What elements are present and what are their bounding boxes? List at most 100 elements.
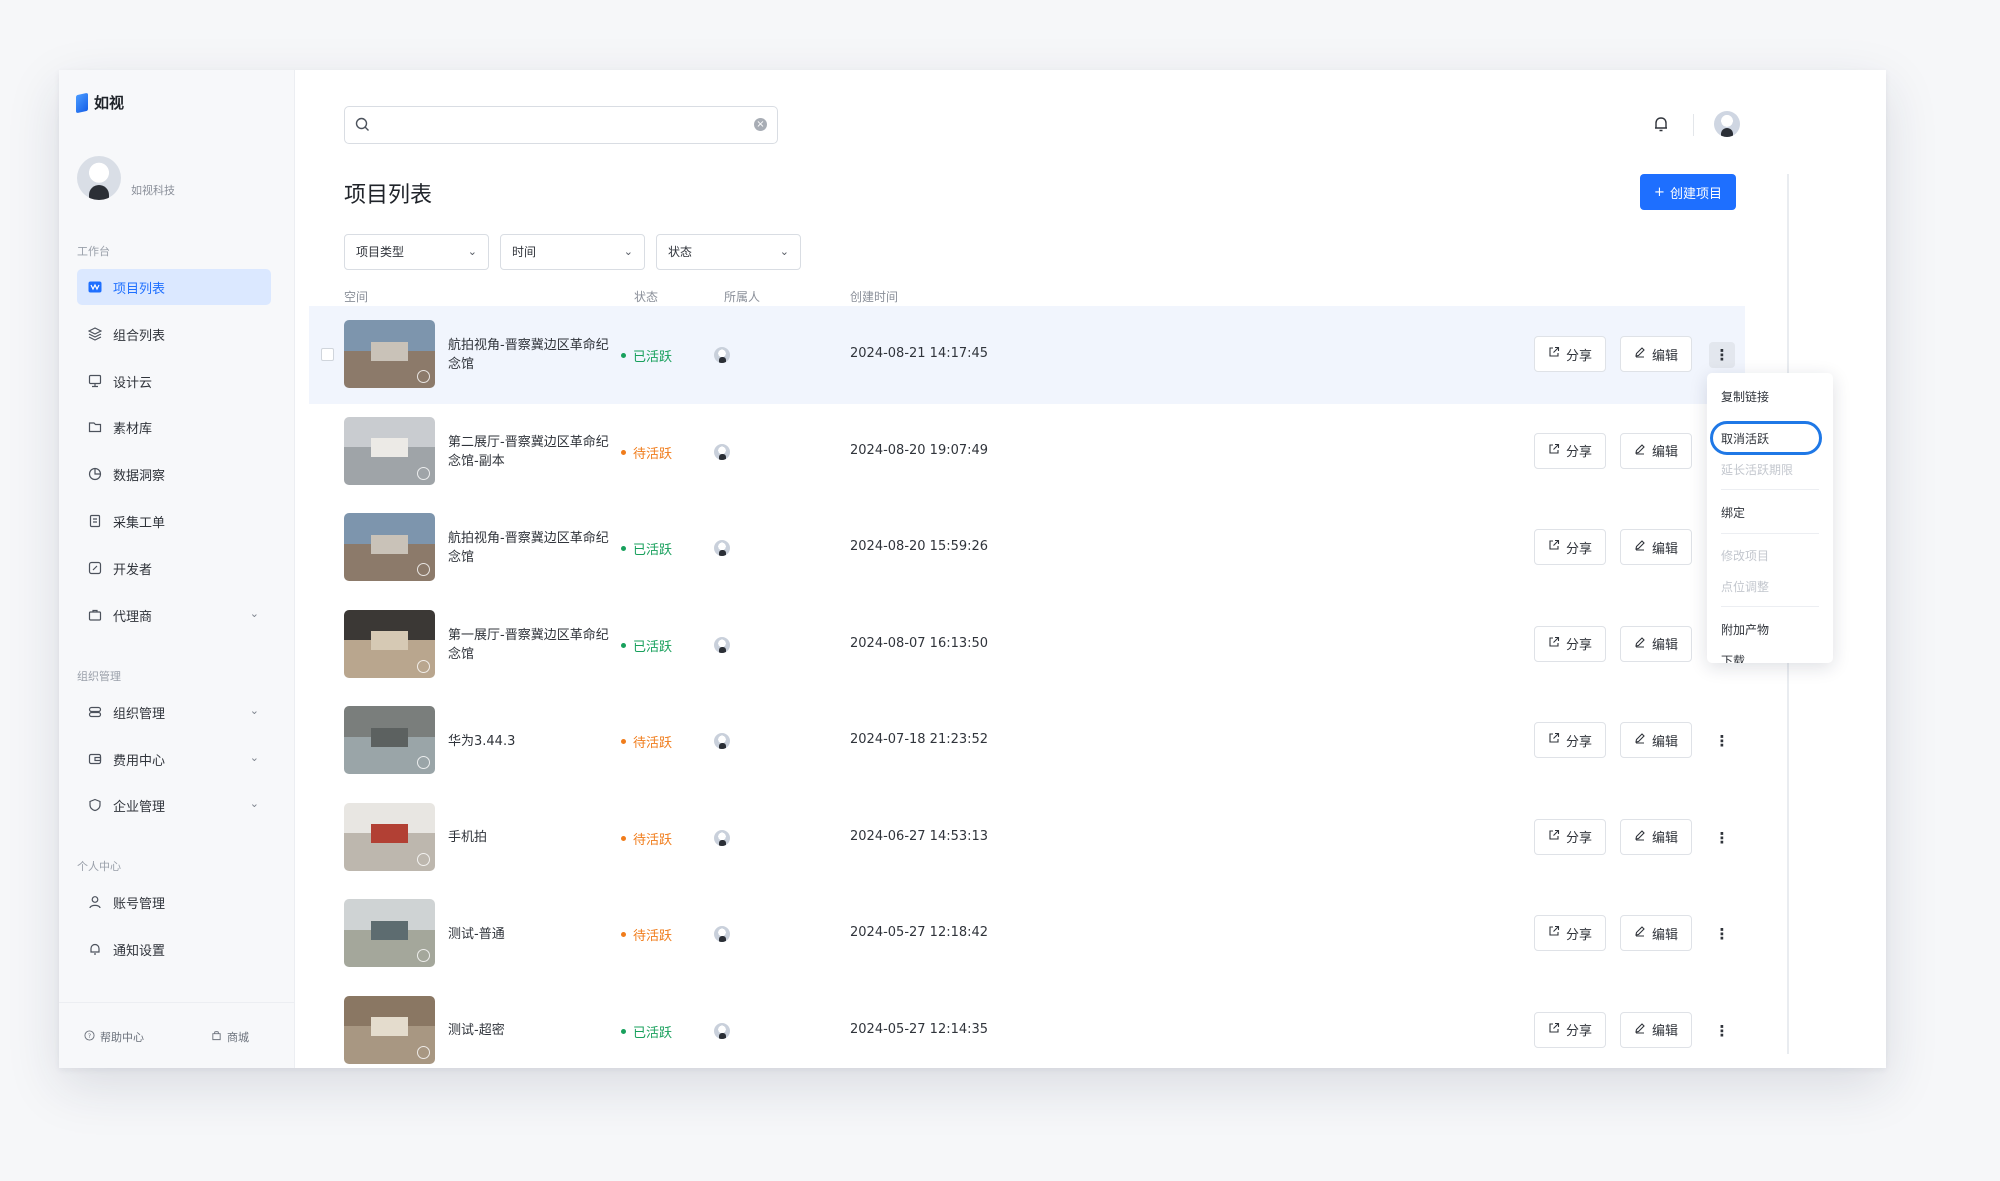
table-row[interactable]: 第二展厅-晋察冀边区革命纪念馆-副本 待活跃 2024-08-20 19:07:49… (309, 403, 1745, 501)
sidebar-item-insights[interactable]: 数据洞察 (77, 456, 271, 492)
share-button[interactable]: 分享 (1534, 722, 1606, 758)
search-icon (355, 117, 370, 132)
search-input[interactable]: × (344, 106, 778, 144)
status-label: 已活跃 (633, 350, 673, 365)
share-button[interactable]: 分享 (1534, 625, 1606, 662)
menu-item-bind[interactable]: 绑定 (1721, 504, 1745, 521)
project-name[interactable]: 手机拍 (448, 789, 613, 887)
project-name[interactable]: 航拍视角-晋察冀边区革命纪念馆 (448, 306, 613, 404)
share-button[interactable]: 分享 (1534, 336, 1606, 372)
project-name[interactable]: 测试-普通 (448, 885, 613, 983)
project-name[interactable]: 华为3.44.3 (448, 692, 613, 790)
sidebar-item-org-management[interactable]: 组织管理 ⌄ (77, 694, 271, 730)
row-checkbox[interactable] (321, 348, 334, 361)
edit-button[interactable]: 编辑 (1620, 432, 1692, 469)
project-name[interactable]: 第二展厅-晋察冀边区革命纪念馆-副本 (448, 403, 613, 501)
sidebar-item-design-cloud[interactable]: 设计云 (77, 363, 271, 399)
brand[interactable]: 如视 (76, 92, 124, 113)
help-center-label: 帮助中心 (100, 1031, 144, 1044)
project-name[interactable]: 测试-超密 (448, 982, 613, 1069)
sidebar-item-billing[interactable]: 费用中心 ⌄ (77, 741, 271, 777)
wallet-icon (87, 751, 103, 767)
filter-status[interactable]: 状态 ⌄ (656, 234, 801, 270)
edit-button[interactable]: 编辑 (1620, 722, 1692, 758)
sidebar-item-notifications[interactable]: 通知设置 (77, 931, 271, 967)
menu-item-addon[interactable]: 附加产物 (1721, 621, 1769, 638)
sidebar-item-enterprise[interactable]: 企业管理 ⌄ (77, 787, 271, 823)
share-button[interactable]: 分享 (1534, 529, 1606, 565)
menu-divider (1721, 489, 1819, 490)
share-button[interactable]: 分享 (1534, 915, 1606, 951)
vr-badge-icon (417, 1045, 430, 1059)
edit-button[interactable]: 编辑 (1620, 529, 1692, 565)
project-thumbnail[interactable] (344, 995, 435, 1064)
clear-icon[interactable]: × (754, 118, 767, 131)
share-label: 分享 (1565, 1024, 1592, 1039)
owner-avatar (714, 347, 730, 363)
profile[interactable]: 如视科技 (77, 156, 175, 200)
project-thumbnail[interactable] (344, 320, 435, 388)
share-label: 分享 (1565, 541, 1592, 557)
menu-item-copy-link[interactable]: 复制链接 (1721, 388, 1769, 405)
table-row[interactable]: 华为3.44.3 待活跃 2024-07-18 21:23:52 分享 编辑 ⋮ (309, 692, 1745, 790)
status-badge: 已活跃 (621, 346, 672, 365)
project-thumbnail[interactable] (344, 706, 435, 774)
sidebar-item-project-list[interactable]: 项目列表 (77, 269, 271, 305)
user-avatar[interactable] (1714, 111, 1740, 137)
sidebar-item-work-orders[interactable]: 采集工单 (77, 503, 271, 539)
chevron-down-icon: ⌄ (249, 797, 259, 810)
project-name[interactable]: 第一展厅-晋察冀边区革命纪念馆 (448, 596, 613, 694)
share-label: 分享 (1565, 734, 1592, 750)
table-row[interactable]: 第一展厅-晋察冀边区革命纪念馆 已活跃 2024-08-07 16:13:50 分享 编… (309, 596, 1745, 694)
edit-label: 编辑 (1651, 541, 1678, 557)
section-label-personal: 个人中心 (77, 860, 121, 873)
share-button[interactable]: 分享 (1534, 818, 1606, 855)
menu-item-deactivate[interactable]: 取消活跃 (1721, 430, 1769, 447)
table-row[interactable]: 航拍视角-晋察冀边区革命纪念馆 已活跃 2024-08-20 15:59:26 分享 编… (309, 499, 1745, 597)
share-button[interactable]: 分享 (1534, 432, 1606, 469)
help-center-link[interactable]: ? 帮助中心 (84, 1029, 144, 1045)
project-thumbnail[interactable] (344, 899, 435, 967)
project-name[interactable]: 航拍视角-晋察冀边区革命纪念馆 (448, 499, 613, 597)
sidebar-item-developer[interactable]: 开发者 (77, 550, 271, 586)
project-thumbnail[interactable] (344, 513, 435, 581)
more-icon[interactable]: ⋮ (1709, 728, 1735, 754)
table-row[interactable]: 航拍视角-晋察冀边区革命纪念馆 已活跃 2024-08-21 14:17:45 分享 编… (309, 306, 1745, 404)
more-icon[interactable]: ⋮ (1709, 921, 1735, 947)
create-project-button[interactable]: + 创建项目 (1640, 174, 1736, 210)
sidebar-item-combo-list[interactable]: 组合列表 (77, 316, 271, 352)
thumb-building (371, 341, 408, 361)
edit-button[interactable]: 编辑 (1620, 915, 1692, 951)
status-badge: 已活跃 (621, 1022, 672, 1041)
table-row[interactable]: 测试-普通 待活跃 2024-05-27 12:18:42 分享 编辑 ⋮ (309, 885, 1745, 983)
share-icon (1548, 346, 1560, 362)
org-name: 如视科技 (131, 184, 175, 197)
project-thumbnail[interactable] (344, 609, 435, 678)
sidebar-item-account[interactable]: 账号管理 (77, 884, 271, 920)
chevron-down-icon: ⌄ (467, 245, 477, 258)
user-icon (87, 894, 103, 910)
more-icon[interactable]: ⋮ (1709, 1018, 1735, 1044)
edit-button[interactable]: 编辑 (1620, 818, 1692, 855)
project-thumbnail[interactable] (344, 802, 435, 871)
project-thumbnail[interactable] (344, 416, 435, 485)
more-icon[interactable]: ⋮ (1709, 825, 1735, 851)
edit-button[interactable]: 编辑 (1620, 336, 1692, 372)
avatar[interactable] (77, 156, 121, 200)
column-header-created: 创建时间 (850, 290, 899, 304)
chevron-down-icon: ⌄ (779, 245, 789, 258)
table-row[interactable]: 测试-超密 已活跃 2024-05-27 12:14:35 分享 编辑 ⋮ (309, 982, 1745, 1069)
filter-time[interactable]: 时间 ⌄ (500, 234, 645, 270)
table-row[interactable]: 手机拍 待活跃 2024-06-27 14:53:13 分享 编辑 ⋮ (309, 789, 1745, 887)
more-icon[interactable]: ⋮ (1709, 342, 1735, 368)
menu-item-download[interactable]: 下载 (1721, 652, 1745, 663)
edit-button[interactable]: 编辑 (1620, 625, 1692, 662)
status-dot (621, 642, 626, 648)
sidebar-item-assets[interactable]: 素材库 (77, 409, 271, 445)
notification-bell-icon[interactable] (1651, 114, 1671, 134)
sidebar-item-agents[interactable]: 代理商 ⌄ (77, 597, 271, 633)
store-link[interactable]: 商城 (211, 1029, 249, 1045)
edit-button[interactable]: 编辑 (1620, 1011, 1692, 1048)
share-button[interactable]: 分享 (1534, 1011, 1606, 1048)
filter-project-type[interactable]: 项目类型 ⌄ (344, 234, 489, 270)
